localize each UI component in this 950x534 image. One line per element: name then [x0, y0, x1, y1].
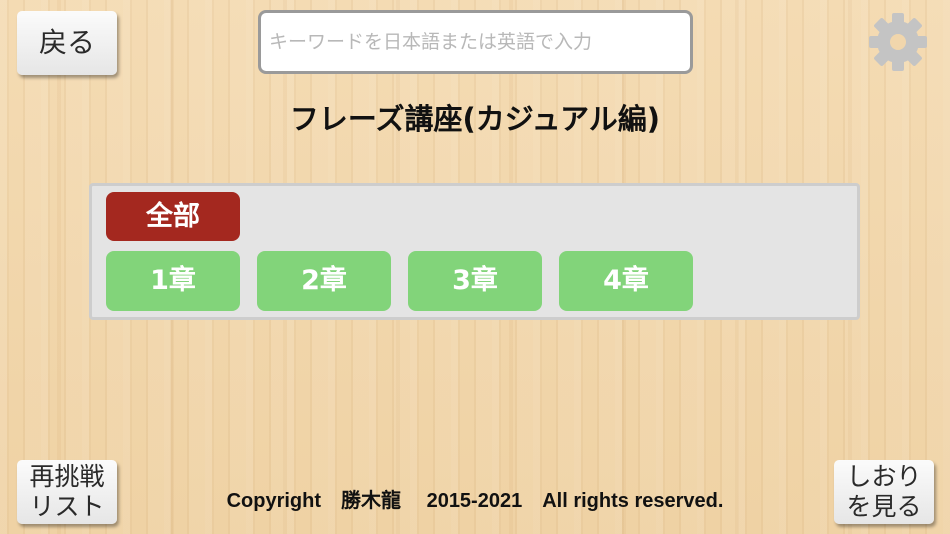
chapter-4-button[interactable]: 4章 — [559, 251, 693, 311]
gear-icon[interactable] — [867, 11, 929, 73]
chapter-3-button[interactable]: 3章 — [408, 251, 542, 311]
view-bookmarks-label-line2: を見る — [846, 492, 922, 521]
chapter-1-button[interactable]: 1章 — [106, 251, 240, 311]
view-bookmarks-button[interactable]: しおり を見る — [834, 460, 934, 524]
chapter-2-button[interactable]: 2章 — [257, 251, 391, 311]
copyright-text: Copyright 勝木龍 2015-2021 All rights reser… — [226, 490, 724, 512]
search-input[interactable] — [258, 10, 693, 74]
page-title: フレーズ講座(カジュアル編) — [289, 102, 661, 136]
view-bookmarks-label-line1: しおり — [846, 462, 922, 491]
back-button[interactable]: 戻る — [17, 11, 117, 75]
all-chapters-button[interactable]: 全部 — [106, 192, 240, 241]
